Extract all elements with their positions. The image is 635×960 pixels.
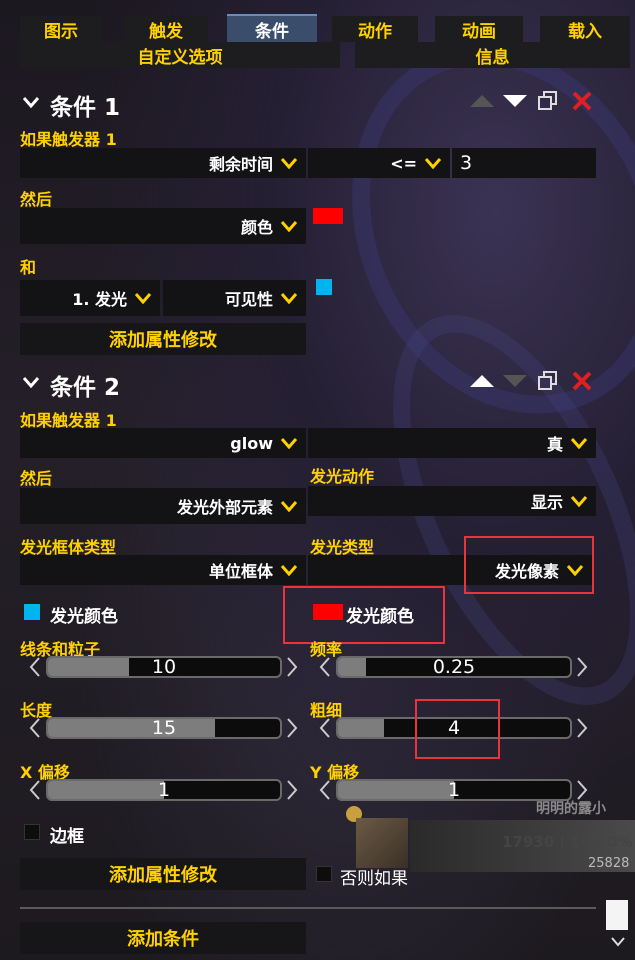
color-swatch[interactable]	[313, 208, 343, 224]
decrement-arrow-icon[interactable]	[319, 656, 331, 678]
health-text: 17930 | 100.0%	[502, 833, 633, 851]
visibility-checkbox[interactable]	[316, 279, 332, 295]
slider-value: 1	[157, 779, 171, 801]
tab-trigger[interactable]: 触发	[124, 16, 208, 42]
chevron-down-icon	[134, 292, 152, 304]
decrement-arrow-icon[interactable]	[319, 779, 331, 801]
then-label: 然后	[20, 469, 53, 488]
chevron-down-icon	[280, 220, 298, 232]
remaining-time-dropdown[interactable]: 剩余时间	[20, 148, 306, 178]
glow-frame-type-dropdown[interactable]: 单位框体	[20, 555, 306, 585]
decrement-arrow-icon[interactable]	[319, 717, 331, 739]
glow-external-dropdown[interactable]: 发光外部元素	[20, 488, 306, 524]
visibility-dropdown[interactable]: 可见性	[163, 280, 306, 316]
else-if-checkbox[interactable]	[316, 866, 332, 882]
trigger-label: 如果触发器 1	[20, 130, 117, 149]
move-up-icon[interactable]	[469, 374, 495, 388]
increment-arrow-icon[interactable]	[286, 717, 298, 739]
delete-icon[interactable]	[572, 91, 592, 111]
collapse-chevron-icon[interactable]	[22, 95, 40, 109]
and-label: 和	[20, 258, 37, 277]
color-property-dropdown[interactable]: 颜色	[20, 208, 306, 244]
chevron-down-icon	[280, 157, 298, 169]
length-slider[interactable]: 15	[46, 717, 282, 739]
move-down-icon[interactable]	[502, 94, 528, 108]
border-checkbox[interactable]	[24, 824, 40, 840]
highlight-box	[283, 586, 445, 644]
tab-information[interactable]: 信息	[355, 42, 630, 68]
highlight-box	[464, 536, 594, 594]
chevron-down-icon	[570, 495, 588, 507]
value-input[interactable]: 3	[452, 148, 596, 178]
glow-trigger-dropdown[interactable]: glow	[20, 428, 306, 458]
operator-dropdown[interactable]: <=	[308, 148, 450, 178]
player-name: 明明的露小	[536, 801, 606, 817]
glow-action-dropdown[interactable]: 显示	[308, 486, 596, 516]
scrollbar-thumb[interactable]	[606, 900, 628, 930]
dropdown-value: 真	[546, 435, 563, 454]
tab-custom-options[interactable]: 自定义选项	[20, 42, 340, 68]
scroll-down-icon[interactable]	[610, 936, 626, 948]
slider-value: 0.25	[432, 656, 476, 678]
slider-value: 15	[151, 717, 177, 739]
border-label: 边框	[50, 827, 84, 847]
increment-arrow-icon[interactable]	[576, 717, 588, 739]
tab-actions[interactable]: 动作	[332, 16, 418, 42]
dropdown-value: <=	[390, 153, 417, 173]
duplicate-icon[interactable]	[538, 91, 558, 111]
dropdown-value: 1. 发光	[72, 290, 127, 309]
decrement-arrow-icon[interactable]	[29, 779, 41, 801]
dropdown-value: 剩余时间	[208, 155, 273, 174]
condition-1-title: 条件 1	[50, 95, 121, 121]
dropdown-value: 发光外部元素	[176, 498, 273, 517]
divider	[20, 907, 596, 909]
tab-animation[interactable]: 动画	[435, 16, 523, 42]
add-property-button[interactable]: 添加属性修改	[20, 858, 306, 890]
chevron-down-icon	[424, 157, 442, 169]
condition-2-title: 条件 2	[50, 375, 121, 401]
dropdown-value: glow	[230, 433, 273, 453]
else-if-label: 否则如果	[340, 869, 408, 889]
tab-display[interactable]: 图示	[20, 16, 102, 42]
x-offset-slider[interactable]: 1	[46, 779, 282, 801]
highlight-box	[415, 699, 500, 759]
chevron-down-icon	[280, 564, 298, 576]
lines-particles-slider[interactable]: 10	[46, 656, 282, 678]
frequency-slider[interactable]: 0.25	[336, 656, 572, 678]
move-down-icon[interactable]	[502, 374, 528, 388]
health-text-secondary: 25828	[588, 856, 630, 871]
chevron-down-icon	[570, 437, 588, 449]
collapse-chevron-icon[interactable]	[22, 375, 40, 389]
slider-value: 10	[151, 656, 177, 678]
add-property-button[interactable]: 添加属性修改	[20, 323, 306, 355]
increment-arrow-icon[interactable]	[286, 779, 298, 801]
dropdown-value: 显示	[530, 493, 563, 512]
decrement-arrow-icon[interactable]	[29, 717, 41, 739]
increment-arrow-icon[interactable]	[286, 656, 298, 678]
tab-load[interactable]: 载入	[540, 16, 630, 42]
increment-arrow-icon[interactable]	[576, 656, 588, 678]
glow-color-label: 发光颜色	[50, 607, 118, 627]
chevron-down-icon	[280, 437, 298, 449]
decrement-arrow-icon[interactable]	[29, 656, 41, 678]
dropdown-value: 可见性	[224, 290, 273, 309]
glow-color-checkbox[interactable]	[24, 604, 40, 620]
duplicate-icon[interactable]	[538, 371, 558, 391]
add-condition-button[interactable]: 添加条件	[20, 922, 306, 954]
dropdown-value: 颜色	[240, 218, 273, 237]
then-label: 然后	[20, 190, 53, 209]
dropdown-value: 单位框体	[208, 562, 273, 581]
tab-conditions[interactable]: 条件	[227, 14, 317, 42]
glow-target-dropdown[interactable]: 1. 发光	[20, 280, 160, 316]
chevron-down-icon	[280, 292, 298, 304]
chevron-down-icon	[280, 500, 298, 512]
move-up-icon[interactable]	[469, 94, 495, 108]
delete-icon[interactable]	[572, 371, 592, 391]
true-dropdown[interactable]: 真	[308, 428, 596, 458]
portrait	[356, 818, 408, 868]
glow-action-label: 发光动作	[310, 467, 375, 486]
